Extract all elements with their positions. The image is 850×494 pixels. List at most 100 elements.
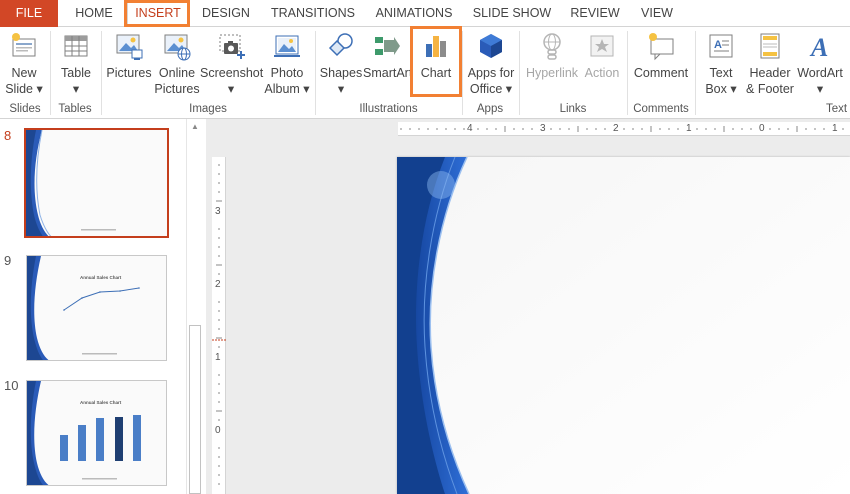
slide-number: 10 [4, 378, 19, 393]
apps-for-office-button[interactable]: Apps for Office ▾ [465, 31, 517, 97]
header-footer-button[interactable]: Header & Footer [743, 31, 797, 97]
screenshot-label: Screenshot [200, 66, 264, 80]
slide-thumbnail-9[interactable]: Annual Sales Chart [26, 255, 167, 361]
hyperlink-button[interactable]: Hyperlink [522, 31, 582, 81]
action-label: Action [584, 66, 620, 80]
thumb-10-title: Annual Sales Chart [80, 400, 122, 405]
svg-text:A: A [809, 33, 828, 61]
group-label-text: Text [826, 103, 848, 115]
online-pictures-icon [164, 34, 191, 61]
group-label-images: Images [189, 103, 227, 115]
scroll-up-arrow-icon[interactable]: ▲ [189, 122, 201, 132]
table-dropdown-arrow: ▾ [72, 82, 80, 96]
horizontal-ruler: 4 3 2 1 0 1 [398, 122, 850, 136]
group-label-illustrations: Illustrations [359, 103, 418, 115]
group-label-slides: Slides [9, 103, 41, 115]
new-slide-button[interactable]: New Slide ▾ [2, 31, 46, 97]
table-icon [64, 35, 88, 57]
slide-thumbnail-10[interactable]: Annual Sales Chart [26, 380, 167, 486]
online-pictures-label-line2: Pictures [154, 82, 200, 96]
comment-icon [649, 33, 674, 61]
wordart-label: WordArt [797, 66, 843, 80]
smartart-button[interactable]: SmartArt [363, 31, 411, 81]
comment-button[interactable]: Comment [630, 31, 692, 81]
wordart-dropdown-arrow: ▾ [816, 82, 824, 96]
online-pictures-label-line1: Online [158, 66, 196, 80]
ruler-label: 0 [759, 123, 765, 134]
tab-review[interactable]: REVIEW [564, 0, 626, 27]
insert-tab-highlight [124, 0, 190, 27]
photo-album-icon [274, 35, 300, 57]
apps-for-office-icon [480, 34, 502, 58]
hyperlink-label: Hyperlink [525, 66, 579, 80]
wordart-button[interactable]: A WordArt ▾ [795, 31, 845, 97]
smartart-label: SmartArt [363, 66, 411, 80]
slide-number: 8 [4, 128, 12, 143]
tab-design[interactable]: DESIGN [196, 0, 256, 27]
apps-label-line2: Office ▾ [469, 82, 513, 96]
table-label: Table [61, 66, 91, 80]
apps-label-line1: Apps for [467, 66, 515, 80]
slide-thumbnail-10-image: Annual Sales Chart [27, 381, 166, 485]
ruler-label: 1 [686, 123, 692, 134]
screenshot-dropdown-arrow: ▾ [227, 82, 235, 96]
group-label-links: Links [559, 103, 587, 115]
hyperlink-icon [543, 33, 561, 60]
header-footer-label-line2: & Footer [746, 82, 794, 96]
thumb-9-title: Annual Sales Chart [80, 275, 122, 280]
current-slide-canvas[interactable] [397, 157, 850, 494]
slide-thumbnail-8[interactable] [24, 128, 169, 238]
ruler-label: 1 [215, 352, 221, 363]
comment-label: Comment [633, 66, 689, 80]
shapes-label: Shapes [319, 66, 363, 80]
pictures-button[interactable]: Pictures [104, 31, 154, 81]
smartart-icon [375, 37, 400, 55]
ruler-label: 0 [215, 425, 221, 436]
photo-album-button[interactable]: Photo Album ▾ [262, 31, 312, 97]
group-label-apps: Apps [476, 103, 504, 115]
slide-thumbnail-8-image [26, 130, 167, 236]
slide-thumbnails-panel: 8 9 Annual Sales Chart 10 Annual Sales C… [0, 119, 206, 494]
ruler-label: 3 [540, 123, 546, 134]
photo-album-label-line1: Photo [270, 66, 304, 80]
wordart-icon: A [809, 33, 828, 61]
header-footer-icon [760, 33, 780, 59]
svg-text:A: A [714, 39, 722, 51]
screenshot-icon [219, 34, 245, 59]
ruler-label: 1 [832, 123, 838, 134]
text-box-icon: A [709, 34, 733, 58]
tab-home[interactable]: HOME [64, 0, 124, 27]
slide-number: 9 [4, 253, 12, 268]
new-slide-label-line2: Slide ▾ [5, 82, 43, 96]
header-footer-label-line1: Header [749, 66, 791, 80]
photo-album-label-line2: Album ▾ [264, 82, 310, 96]
action-icon [590, 35, 614, 57]
tab-file[interactable]: FILE [0, 0, 58, 27]
tab-slide-show[interactable]: SLIDE SHOW [470, 0, 554, 27]
slides-panel-scroll-thumb[interactable] [189, 325, 201, 494]
group-label-comments: Comments [633, 103, 689, 115]
slide-background-image [397, 157, 850, 494]
group-label-tables: Tables [58, 103, 92, 115]
new-slide-icon [12, 33, 36, 57]
screenshot-button[interactable]: Screenshot ▾ [200, 31, 264, 97]
ruler-label: 2 [215, 279, 221, 290]
shapes-button[interactable]: Shapes ▾ [319, 31, 363, 97]
ruler-label: 2 [613, 123, 619, 134]
vertical-ruler: 3 2 1 0 [212, 157, 226, 494]
online-pictures-button[interactable]: Online Pictures [154, 31, 200, 97]
ruler-label: 3 [215, 206, 221, 217]
text-box-label-line2: Box ▾ [705, 82, 737, 96]
group-separator [695, 31, 696, 115]
ruler-label: 4 [467, 123, 473, 134]
text-box-button[interactable]: A Text Box ▾ [699, 31, 743, 97]
tab-view[interactable]: VIEW [634, 0, 680, 27]
text-box-label-line1: Text [709, 66, 733, 80]
shapes-dropdown-arrow: ▾ [337, 82, 345, 96]
action-button[interactable]: Action [582, 31, 622, 81]
table-button[interactable]: Table ▾ [54, 31, 98, 97]
tab-animations[interactable]: ANIMATIONS [370, 0, 458, 27]
chart-button-highlight [410, 26, 462, 97]
tab-transitions[interactable]: TRANSITIONS [266, 0, 360, 27]
horizontal-ruler-ticks [400, 126, 844, 132]
